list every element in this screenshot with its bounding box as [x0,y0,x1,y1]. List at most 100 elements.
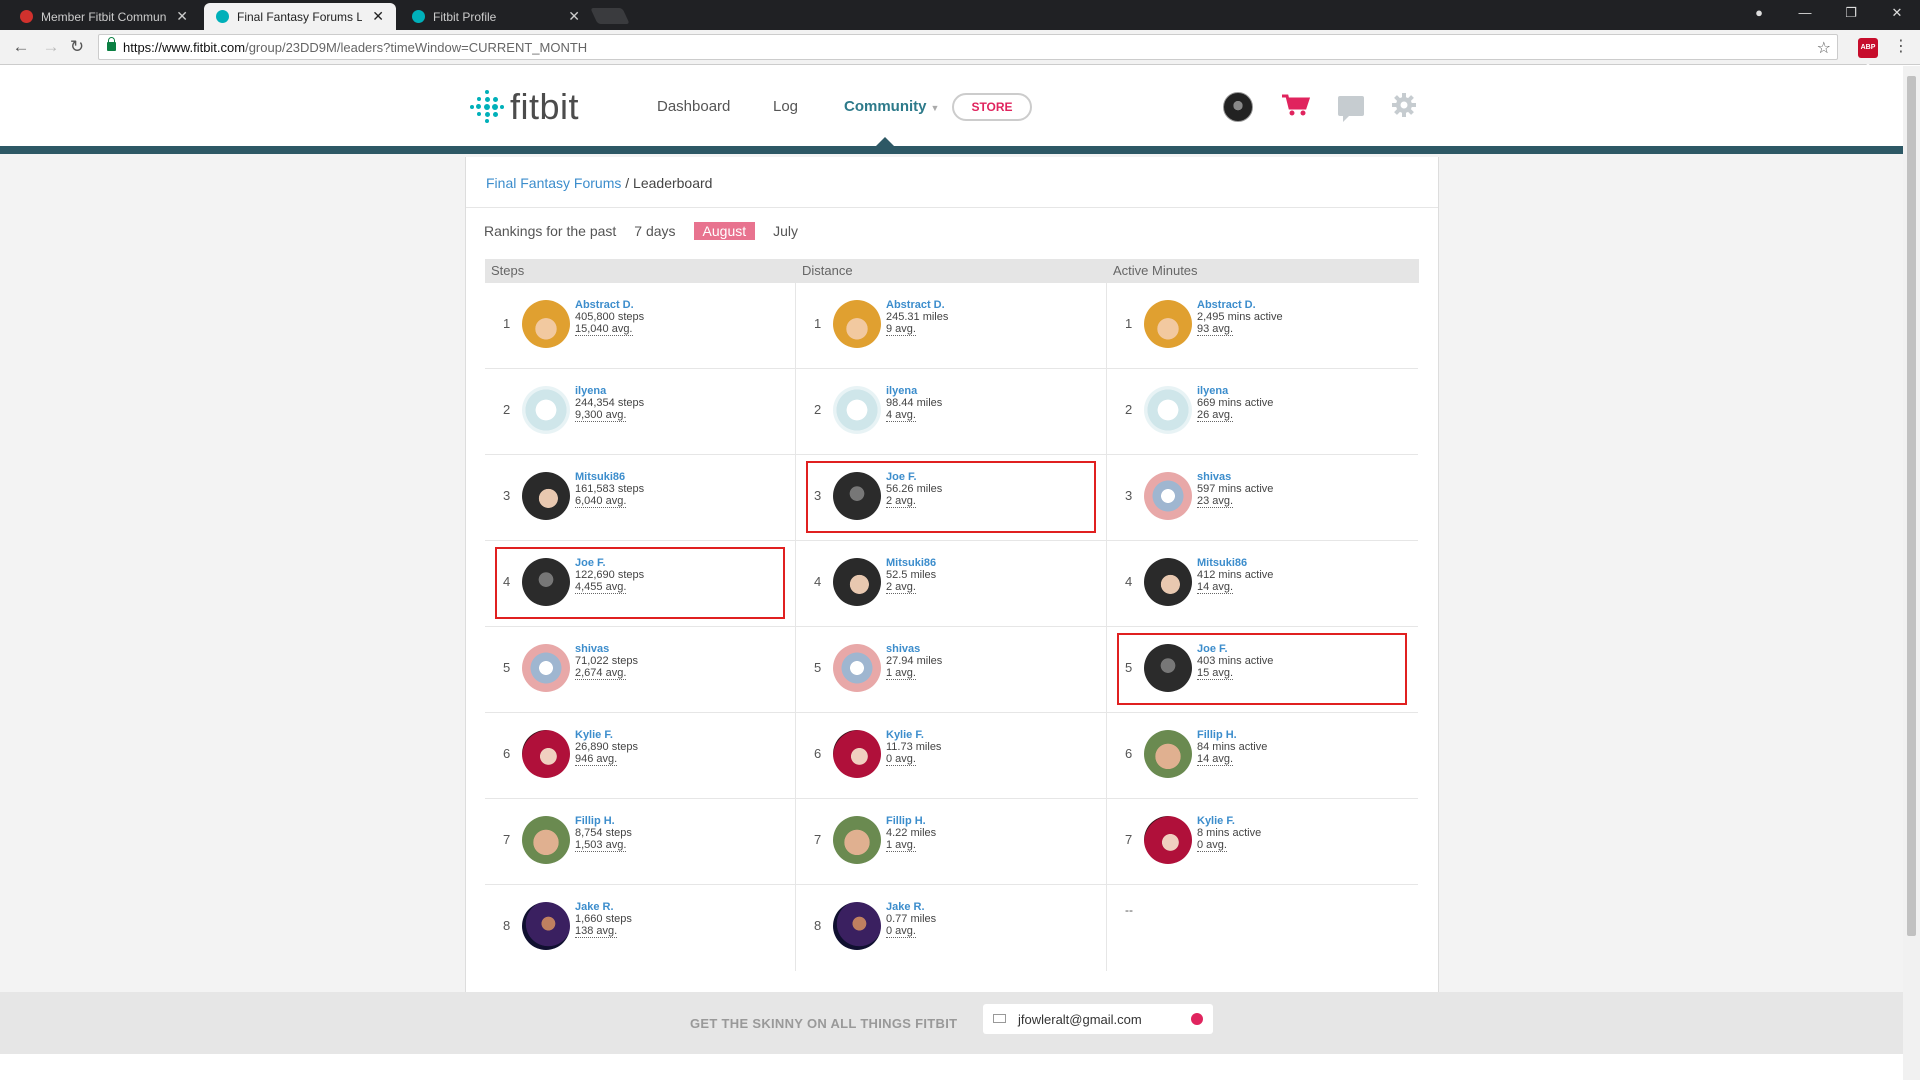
tab-title: Final Fantasy Forums Lea [237,9,363,24]
leaderboard-row: 2 ilyena 244,354 steps 9,300 avg. [485,369,795,455]
nav-community[interactable]: Community ▼ [844,98,939,115]
tab-fitbit-profile[interactable]: Fitbit Profile ✕ [400,3,592,30]
member-name-link[interactable]: Fillip H. [886,815,936,827]
member-name-link[interactable]: Mitsuki86 [1197,557,1273,569]
rank-number: 8 [814,918,822,933]
nav-dashboard[interactable]: Dashboard [657,98,730,115]
column-active-minutes: 1 Abstract D. 2,495 mins active 93 avg. 2 ily… [1107,283,1418,971]
avatar[interactable] [833,558,881,606]
member-name-link[interactable]: ilyena [886,385,942,397]
member-name-link[interactable]: Kylie F. [575,729,638,741]
close-icon[interactable]: ✕ [176,8,188,25]
page-content: fitbit Dashboard Log Community ▼ STORE F… [0,66,1903,1080]
member-name-link[interactable]: Fillip H. [1197,729,1267,741]
member-name-link[interactable]: Kylie F. [886,729,941,741]
avatar[interactable] [833,730,881,778]
member-info: shivas 597 mins active 23 avg. [1197,471,1273,508]
avatar[interactable] [1144,386,1192,434]
member-name-link[interactable]: Abstract D. [1197,299,1283,311]
avatar[interactable] [522,902,570,950]
nav-active-caret [876,137,894,146]
minimize-icon[interactable]: — [1782,0,1828,28]
breadcrumb-current: Leaderboard [633,175,713,191]
adblock-extension-icon[interactable]: ABP 2 [1858,38,1878,71]
leaderboard-row: 2 ilyena 669 mins active 26 avg. [1107,369,1418,455]
fitbit-logo[interactable]: fitbit [470,86,579,128]
member-name-link[interactable]: Abstract D. [575,299,644,311]
submit-arrow-icon[interactable] [1191,1013,1203,1025]
messages-icon[interactable] [1338,96,1364,122]
scrollbar[interactable] [1903,66,1920,1080]
avatar[interactable] [522,472,570,520]
browser-menu-icon[interactable]: ⋮ [1893,36,1909,56]
avatar[interactable] [1223,92,1253,122]
member-total: 412 mins active [1197,569,1274,581]
gear-icon[interactable] [1391,92,1417,118]
close-window-icon[interactable]: ✕ [1874,0,1920,28]
avatar[interactable] [833,644,881,692]
member-name-link[interactable]: Abstract D. [886,299,948,311]
nav-log[interactable]: Log [773,98,798,115]
column-steps: 1 Abstract D. 405,800 steps 15,040 avg. 2 ily… [485,283,796,971]
breadcrumb-group-link[interactable]: Final Fantasy Forums [486,175,621,191]
close-icon[interactable]: ✕ [568,8,580,25]
member-name-link[interactable]: Fillip H. [575,815,632,827]
new-tab-button[interactable] [590,8,630,24]
avatar[interactable] [833,902,881,950]
rank-number: 8 [503,918,511,933]
avatar[interactable] [522,300,570,348]
member-name-link[interactable]: Mitsuki86 [886,557,936,569]
tab-final-fantasy-forums[interactable]: Final Fantasy Forums Lea ✕ [204,3,396,30]
restore-icon[interactable]: ❐ [1828,0,1874,28]
leaderboard-row: 4 Mitsuki86 412 mins active 14 avg. [1107,541,1418,627]
filter-7-days[interactable]: 7 days [634,223,675,239]
filter-august[interactable]: August [693,222,756,240]
cart-icon[interactable] [1280,92,1310,118]
address-bar[interactable]: https://www.fitbit.com/group/23DD9M/lead… [98,34,1838,60]
member-name-link[interactable]: Jake R. [575,901,632,913]
member-average: 138 avg. [575,925,618,938]
leaderboard-row: 2 ilyena 98.44 miles 4 avg. [796,369,1106,455]
tab-member-community[interactable]: Member Fitbit Communi ✕ [8,3,200,30]
member-total: 84 mins active [1197,741,1268,753]
filter-july[interactable]: July [773,223,798,239]
highlight-box [1117,633,1407,705]
store-button[interactable]: STORE [952,93,1032,121]
member-average: 4 avg. [886,409,916,422]
member-name-link[interactable]: Kylie F. [1197,815,1261,827]
bookmark-star-icon[interactable]: ☆ [1817,38,1831,58]
fitbit-favicon-icon [216,10,229,23]
member-name-link[interactable]: shivas [886,643,942,655]
member-total: 2,495 mins active [1197,311,1283,323]
rank-number: 5 [503,660,511,675]
member-name-link[interactable]: ilyena [1197,385,1273,397]
back-icon[interactable]: ← [10,36,32,58]
reload-icon[interactable]: ↻ [66,36,88,58]
avatar[interactable] [1144,300,1192,348]
scrollbar-thumb[interactable] [1907,76,1916,936]
leaderboard-row: 7 Fillip H. 8,754 steps 1,503 avg. [485,799,795,885]
member-name-link[interactable]: Mitsuki86 [575,471,644,483]
email-field[interactable]: jfowleralt@gmail.com [983,1004,1213,1034]
highlight-box [806,461,1096,533]
avatar[interactable] [1144,816,1192,864]
avatar[interactable] [833,816,881,864]
avatar[interactable] [833,386,881,434]
member-name-link[interactable]: ilyena [575,385,644,397]
avatar[interactable] [833,300,881,348]
avatar[interactable] [522,730,570,778]
member-average: 1,503 avg. [575,839,627,852]
avatar[interactable] [1144,558,1192,606]
forward-icon[interactable]: → [40,36,62,58]
avatar[interactable] [522,386,570,434]
avatar[interactable] [1144,730,1192,778]
rank-number: 4 [814,574,822,589]
avatar[interactable] [1144,472,1192,520]
profile-icon[interactable]: ● [1736,0,1782,28]
member-name-link[interactable]: shivas [1197,471,1273,483]
avatar[interactable] [522,816,570,864]
close-icon[interactable]: ✕ [372,8,384,25]
member-name-link[interactable]: Jake R. [886,901,936,913]
avatar[interactable] [522,644,570,692]
member-name-link[interactable]: shivas [575,643,638,655]
